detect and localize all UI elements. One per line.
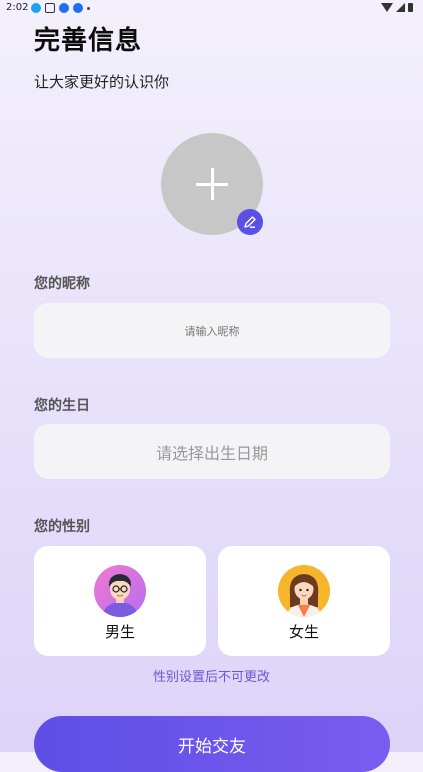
nickname-label: 您的昵称 bbox=[34, 276, 90, 292]
status-time: 2:02 bbox=[6, 2, 29, 13]
gender-note: 性别设置后不可更改 bbox=[152, 670, 270, 685]
page-title: 完善信息 bbox=[34, 26, 143, 56]
birthday-placeholder: 请选择出生日期 bbox=[155, 443, 268, 463]
birthday-label: 您的生日 bbox=[34, 398, 90, 414]
system-icons bbox=[381, 3, 413, 12]
battery-icon bbox=[408, 3, 413, 12]
gender-male-label: 男生 bbox=[104, 623, 135, 641]
more-notifications-icon bbox=[87, 6, 90, 10]
female-avatar bbox=[278, 565, 330, 617]
gender-female-label: 女生 bbox=[288, 623, 319, 641]
signal-icon bbox=[396, 3, 405, 12]
nickname-input[interactable]: 请输入昵称 bbox=[34, 303, 390, 358]
nickname-placeholder: 请输入昵称 bbox=[184, 324, 240, 338]
app-notification-icon bbox=[45, 3, 55, 13]
chat-notification-icon bbox=[31, 3, 41, 13]
pencil-icon bbox=[244, 216, 256, 228]
start-button[interactable]: 开始交友 bbox=[34, 716, 390, 772]
gender-option-male[interactable]: 男生 bbox=[34, 546, 206, 656]
notification-icons bbox=[31, 3, 90, 13]
birthday-picker[interactable]: 请选择出生日期 bbox=[34, 424, 390, 479]
gender-option-female[interactable]: 女生 bbox=[218, 546, 390, 656]
gender-label: 您的性别 bbox=[34, 519, 90, 535]
male-avatar bbox=[94, 565, 146, 617]
status-bar: 2:02 bbox=[0, 0, 423, 18]
edit-avatar-button[interactable] bbox=[237, 209, 263, 235]
page-subtitle: 让大家更好的认识你 bbox=[34, 73, 170, 91]
download-notification-icon bbox=[59, 3, 69, 13]
download-notification-icon bbox=[73, 3, 83, 13]
wifi-icon bbox=[381, 3, 393, 12]
